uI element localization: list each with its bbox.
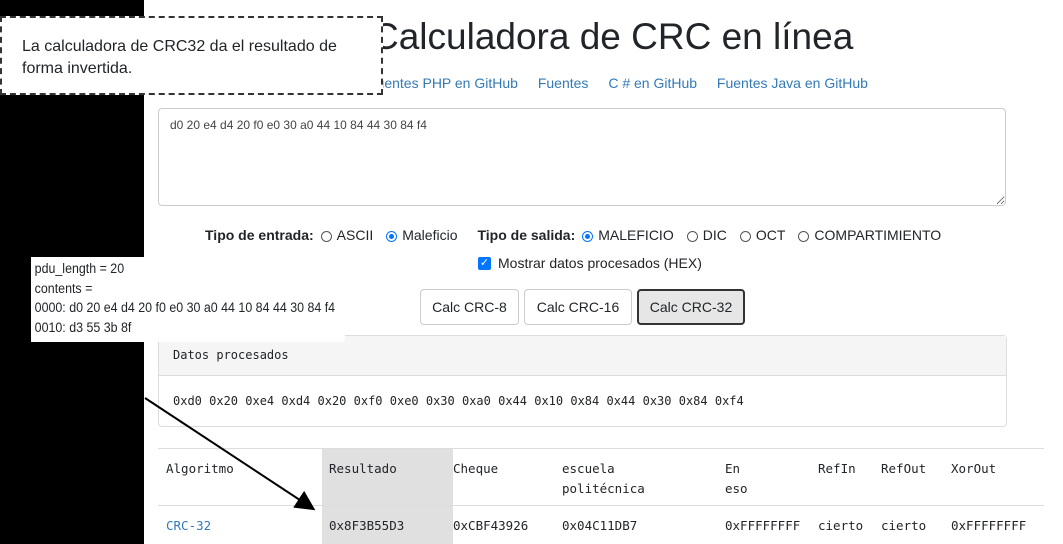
annotation-arrow [144, 397, 316, 511]
arrow-line [144, 397, 316, 511]
